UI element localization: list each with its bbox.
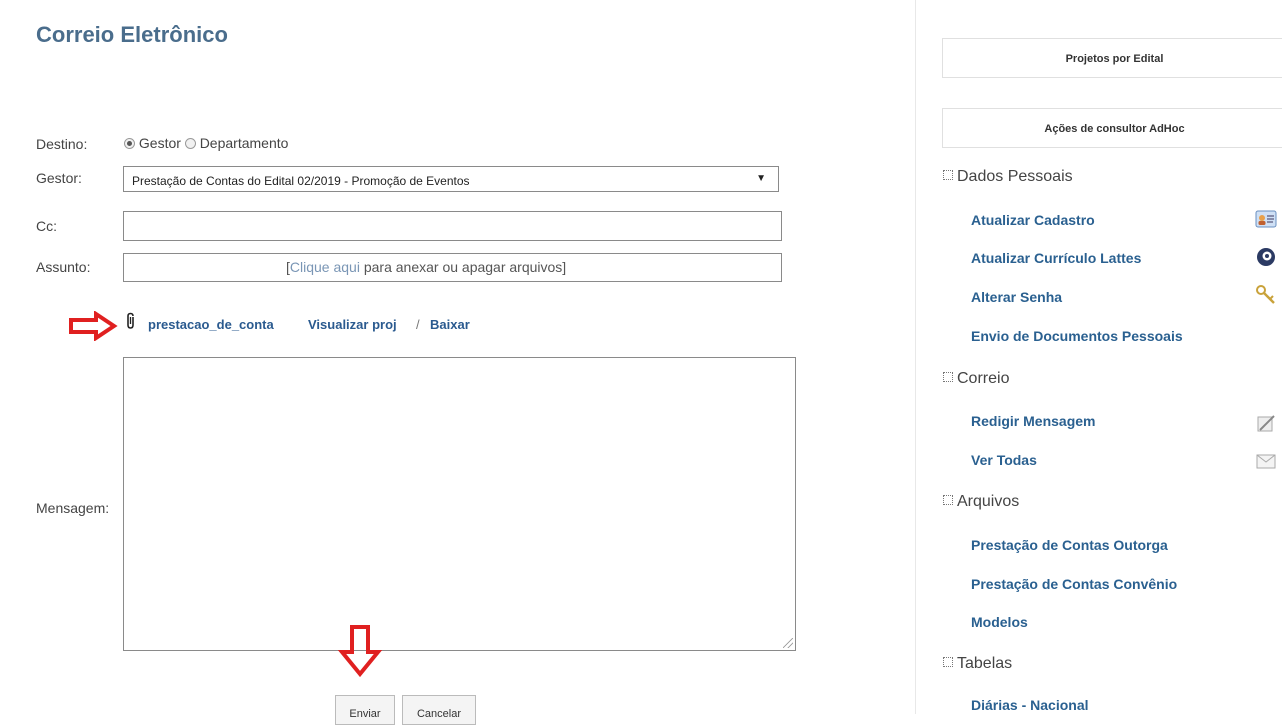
bullet-icon [943, 495, 953, 505]
sidebar-item-alterar-senha[interactable]: Alterar Senha [971, 289, 1062, 305]
projetos-por-edital-button[interactable]: Projetos por Edital [942, 38, 1282, 78]
radio-gestor-label[interactable]: Gestor [139, 135, 181, 151]
attach-suffix: para anexar ou apagar arquivos] [359, 259, 567, 275]
page-title: Correio Eletrônico [36, 22, 228, 47]
section-arquivos: Arquivos [943, 493, 1019, 511]
enviar-button[interactable]: Enviar [335, 695, 395, 725]
section-correio: Correio [943, 370, 1009, 388]
cc-input[interactable] [123, 211, 782, 241]
assunto-label: Assunto: [36, 259, 91, 275]
bullet-icon [943, 372, 953, 382]
gestor-select-value: Prestação de Contas do Edital 02/2019 - … [132, 174, 470, 188]
section-tabelas: Tabelas [943, 655, 1012, 673]
radio-departamento-label[interactable]: Departamento [200, 135, 289, 151]
key-icon[interactable] [1255, 284, 1277, 306]
sidebar-item-ver-todas[interactable]: Ver Todas [971, 452, 1037, 468]
lattes-icon[interactable] [1255, 246, 1277, 268]
gestor-label: Gestor: [36, 170, 82, 186]
resize-handle[interactable] [783, 638, 793, 648]
link-separator: / [416, 317, 420, 332]
sidebar-item-contas-outorga[interactable]: Prestação de Contas Outorga [971, 537, 1168, 553]
bullet-icon [943, 170, 953, 180]
sidebar-item-atualizar-curriculo[interactable]: Atualizar Currículo Lattes [971, 250, 1141, 266]
sidebar-item-atualizar-cadastro[interactable]: Atualizar Cadastro [971, 212, 1095, 228]
attach-instructions: [Clique aqui para anexar ou apagar arqui… [286, 259, 566, 275]
section-title: Arquivos [957, 493, 1020, 510]
envelope-icon[interactable] [1255, 450, 1277, 472]
sidebar-item-redigir-mensagem[interactable]: Redigir Mensagem [971, 413, 1095, 429]
arrow-down-icon [338, 625, 382, 678]
arrow-right-icon [69, 311, 118, 341]
radio-gestor[interactable] [124, 138, 135, 149]
chevron-down-icon: ▼ [756, 173, 766, 184]
sidebar-item-envio-documentos[interactable]: Envio de Documentos Pessoais [971, 328, 1183, 344]
gestor-select[interactable]: Prestação de Contas do Edital 02/2019 - … [123, 166, 779, 192]
section-title: Correio [957, 370, 1010, 387]
section-dados-pessoais: Dados Pessoais [943, 168, 1073, 186]
mensagem-textarea[interactable] [123, 357, 796, 651]
section-title: Dados Pessoais [957, 168, 1073, 185]
attach-link[interactable]: Clique aqui [290, 259, 360, 275]
bullet-icon [943, 657, 953, 667]
attachment-file-link[interactable]: prestacao_de_conta [148, 317, 274, 332]
contact-card-icon[interactable] [1255, 208, 1277, 230]
baixar-link[interactable]: Baixar [430, 317, 470, 332]
sidebar-item-modelos[interactable]: Modelos [971, 614, 1028, 630]
radio-departamento[interactable] [184, 138, 196, 149]
acoes-consultor-button[interactable]: Ações de consultor AdHoc [942, 108, 1282, 148]
cancelar-button[interactable]: Cancelar [402, 695, 476, 725]
panel-divider [915, 0, 916, 714]
destino-radio-group: Gestor Departamento [124, 135, 288, 151]
section-title: Tabelas [957, 655, 1013, 672]
sidebar-item-contas-convenio[interactable]: Prestação de Contas Convênio [971, 576, 1177, 592]
sidebar-item-diarias-nacional[interactable]: Diárias - Nacional [971, 697, 1089, 713]
paperclip-icon [127, 312, 134, 329]
visualizar-link[interactable]: Visualizar proj [308, 317, 397, 332]
mensagem-label: Mensagem: [36, 500, 110, 516]
destino-label: Destino: [36, 136, 88, 152]
main-panel: Correio Eletrônico Destino: Gestor Depar… [0, 0, 915, 725]
compose-icon[interactable] [1255, 413, 1277, 435]
cc-label: Cc: [36, 218, 57, 234]
